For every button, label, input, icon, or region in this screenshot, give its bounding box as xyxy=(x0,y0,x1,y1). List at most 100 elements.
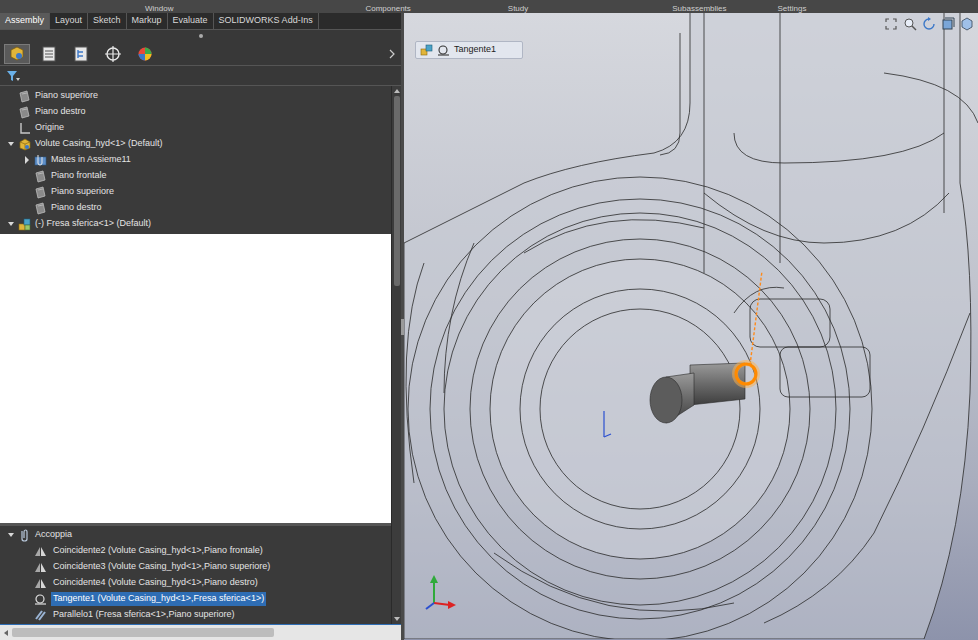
heads-up-toolbar xyxy=(884,17,974,31)
panel-tab[interactable] xyxy=(100,44,126,64)
mate-item[interactable]: Coincidente4 (Volute Casing_hyd<1>,Piano… xyxy=(0,575,391,591)
coincident-icon xyxy=(34,545,47,558)
paperclip-icon xyxy=(18,529,31,542)
graphics-viewport[interactable]: Tangente1 xyxy=(404,13,978,640)
plane-icon xyxy=(18,106,31,119)
solidworks-window: Window Components Study Subassemblies Settin… xyxy=(0,0,978,640)
tree-empty-area xyxy=(0,234,391,523)
mate-label: Tangente1 (Volute Casing_hyd<1>,Fresa sf… xyxy=(51,592,266,606)
command-group-label[interactable]: Components xyxy=(365,4,410,13)
tree-item-label: Volute Casing_hyd<1> (Default) xyxy=(35,137,163,151)
panel-tabs xyxy=(0,42,401,66)
feature-icon xyxy=(8,45,26,63)
tree-item-label: Piano superiore xyxy=(51,185,114,199)
plane-icon xyxy=(34,170,47,183)
command-manager-strip: Window Components Study Subassemblies Settin… xyxy=(0,0,978,13)
zoom-area-icon[interactable] xyxy=(903,17,917,31)
panel-tab[interactable] xyxy=(4,44,30,64)
scroll-up-icon[interactable] xyxy=(393,86,401,96)
tangent-icon xyxy=(34,593,47,606)
vertical-scrollbar[interactable] xyxy=(391,86,401,624)
splitter-handle[interactable] xyxy=(199,34,203,38)
mate-label: Coincidente4 (Volute Casing_hyd<1>,Piano… xyxy=(51,576,260,590)
panel-tab[interactable] xyxy=(36,44,62,64)
tree-item[interactable]: Piano superiore xyxy=(0,88,391,104)
breadcrumb-label: Tangente1 xyxy=(454,43,518,57)
scroll-thumb[interactable] xyxy=(12,628,274,637)
tree-item[interactable]: Mates in Assieme11 xyxy=(0,152,391,168)
assembly-icon xyxy=(420,44,433,57)
left-panel: AssemblyLayoutSketchMarkupEvaluateSOLIDW… xyxy=(0,13,401,640)
tree-item-label: Origine xyxy=(35,121,64,135)
mate-item[interactable]: Coincidente2 (Volute Casing_hyd<1>,Piano… xyxy=(0,543,391,559)
section-view-icon[interactable] xyxy=(941,17,955,31)
tree-item[interactable]: Piano frontale xyxy=(0,168,391,184)
mate-item[interactable]: Coincidente3 (Volute Casing_hyd<1>,Piano… xyxy=(0,559,391,575)
plane-icon xyxy=(34,186,47,199)
tree-item-label: Piano frontale xyxy=(51,169,107,183)
mates-folder-label: Accoppia xyxy=(35,528,72,542)
command-group-label[interactable]: Study xyxy=(508,4,528,13)
collapsed-arrow-icon[interactable] xyxy=(22,155,34,165)
plane-icon xyxy=(34,202,47,215)
assembly-icon xyxy=(18,218,31,231)
part-icon xyxy=(18,138,31,151)
tree-item[interactable]: Volute Casing_hyd<1> (Default) xyxy=(0,136,391,152)
tree-item-label: Piano superiore xyxy=(35,89,98,103)
command-tab[interactable]: Sketch xyxy=(88,13,127,29)
mate-label: Parallelo1 (Fresa sferica<1>,Piano super… xyxy=(51,608,237,622)
display-icon xyxy=(136,45,154,63)
command-tab[interactable]: Evaluate xyxy=(168,13,214,29)
chevron-right-icon[interactable] xyxy=(387,49,397,59)
command-tabs: AssemblyLayoutSketchMarkupEvaluateSOLIDW… xyxy=(0,13,401,30)
command-tab[interactable]: Assembly xyxy=(0,13,50,29)
command-tab[interactable]: Markup xyxy=(127,13,168,29)
mate-item[interactable]: Parallelo1 (Fresa sferica<1>,Piano super… xyxy=(0,607,391,623)
mates-section: Accoppia Coincidente2 (Volute Casing_hyd<… xyxy=(0,523,391,624)
tree-item[interactable]: (-) Fresa sferica<1> (Default) xyxy=(0,216,391,232)
tangent-icon xyxy=(437,44,450,57)
command-tab[interactable]: Layout xyxy=(50,13,88,29)
command-group-label[interactable]: Window xyxy=(145,4,173,13)
scroll-down-icon[interactable] xyxy=(393,614,401,624)
expanded-arrow-icon[interactable] xyxy=(6,139,18,149)
horizontal-scrollbar[interactable] xyxy=(0,624,401,640)
panel-tab[interactable] xyxy=(132,44,158,64)
tree-item[interactable]: Piano destro xyxy=(0,104,391,120)
command-group-label[interactable]: Settings xyxy=(778,4,807,13)
tree-item[interactable]: Piano superiore xyxy=(0,184,391,200)
expanded-arrow-icon[interactable] xyxy=(6,219,18,229)
tree-item[interactable]: Piano destro xyxy=(0,200,391,216)
zoom-fit-icon[interactable] xyxy=(884,17,898,31)
tree-item-label: (-) Fresa sferica<1> (Default) xyxy=(35,217,151,231)
breadcrumb[interactable]: Tangente1 xyxy=(415,41,523,59)
plane-icon xyxy=(18,90,31,103)
view-orientation-icon[interactable] xyxy=(960,17,974,31)
feature-tree: Piano superiore Piano destro Origine Volute… xyxy=(0,86,391,624)
command-group-label[interactable]: Subassemblies xyxy=(672,4,726,13)
panel-tab[interactable] xyxy=(68,44,94,64)
origin-icon xyxy=(18,122,31,135)
mate-label: Coincidente3 (Volute Casing_hyd<1>,Piano… xyxy=(51,560,272,574)
scroll-left-icon[interactable] xyxy=(2,629,10,637)
mate-label: Coincidente2 (Volute Casing_hyd<1>,Piano… xyxy=(51,544,265,558)
property-icon xyxy=(40,45,58,63)
previous-view-icon[interactable] xyxy=(922,17,936,31)
tree-item-label: Mates in Assieme11 xyxy=(51,153,131,167)
model-wireframe-icon xyxy=(404,13,978,639)
mates-folder[interactable]: Accoppia xyxy=(0,527,391,543)
tree-item[interactable]: Origine xyxy=(0,120,391,136)
tree-item-label: Piano destro xyxy=(51,201,102,215)
config-icon xyxy=(72,45,90,63)
mate-item[interactable]: Tangente1 (Volute Casing_hyd<1>,Fresa sf… xyxy=(0,591,391,607)
scroll-thumb[interactable] xyxy=(394,96,400,286)
mates-folder-icon xyxy=(34,154,47,167)
expanded-arrow-icon[interactable] xyxy=(6,530,18,540)
command-tab[interactable]: SOLIDWORKS Add-Ins xyxy=(214,13,319,29)
coincident-icon xyxy=(34,577,47,590)
coincident-icon xyxy=(34,561,47,574)
tree-item-label: Piano destro xyxy=(35,105,86,119)
filter-icon[interactable] xyxy=(6,70,20,82)
dimxpert-icon xyxy=(104,45,122,63)
parallel-icon xyxy=(34,609,47,622)
